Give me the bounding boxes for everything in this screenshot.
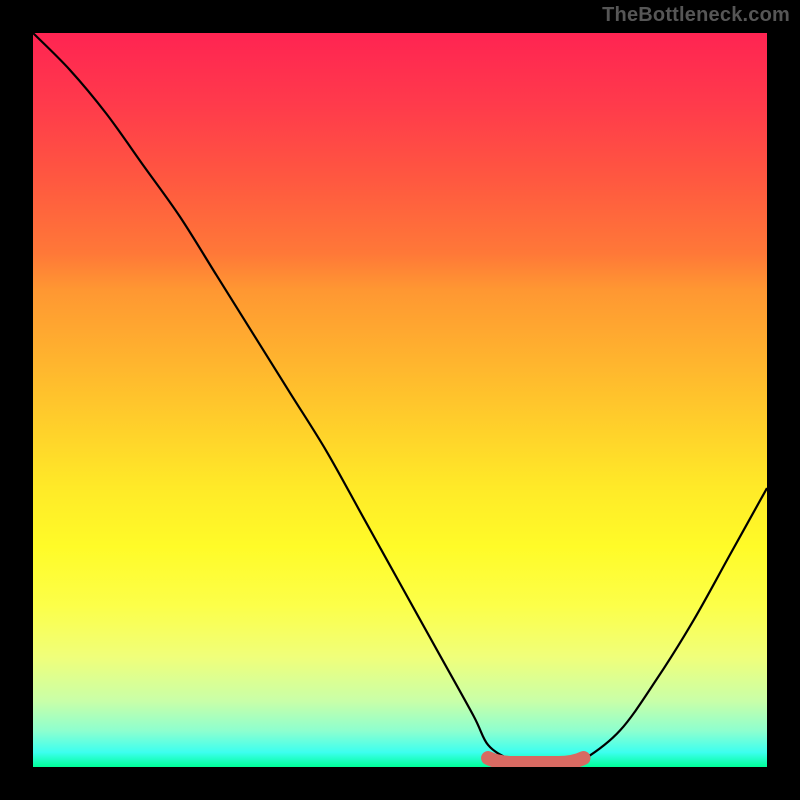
attribution-text: TheBottleneck.com [602,4,790,27]
chart-frame: TheBottleneck.com [0,0,800,800]
curve-svg [33,33,767,767]
optimal-region-marker [488,758,583,763]
bottleneck-curve [33,33,767,767]
plot-area [33,33,767,767]
